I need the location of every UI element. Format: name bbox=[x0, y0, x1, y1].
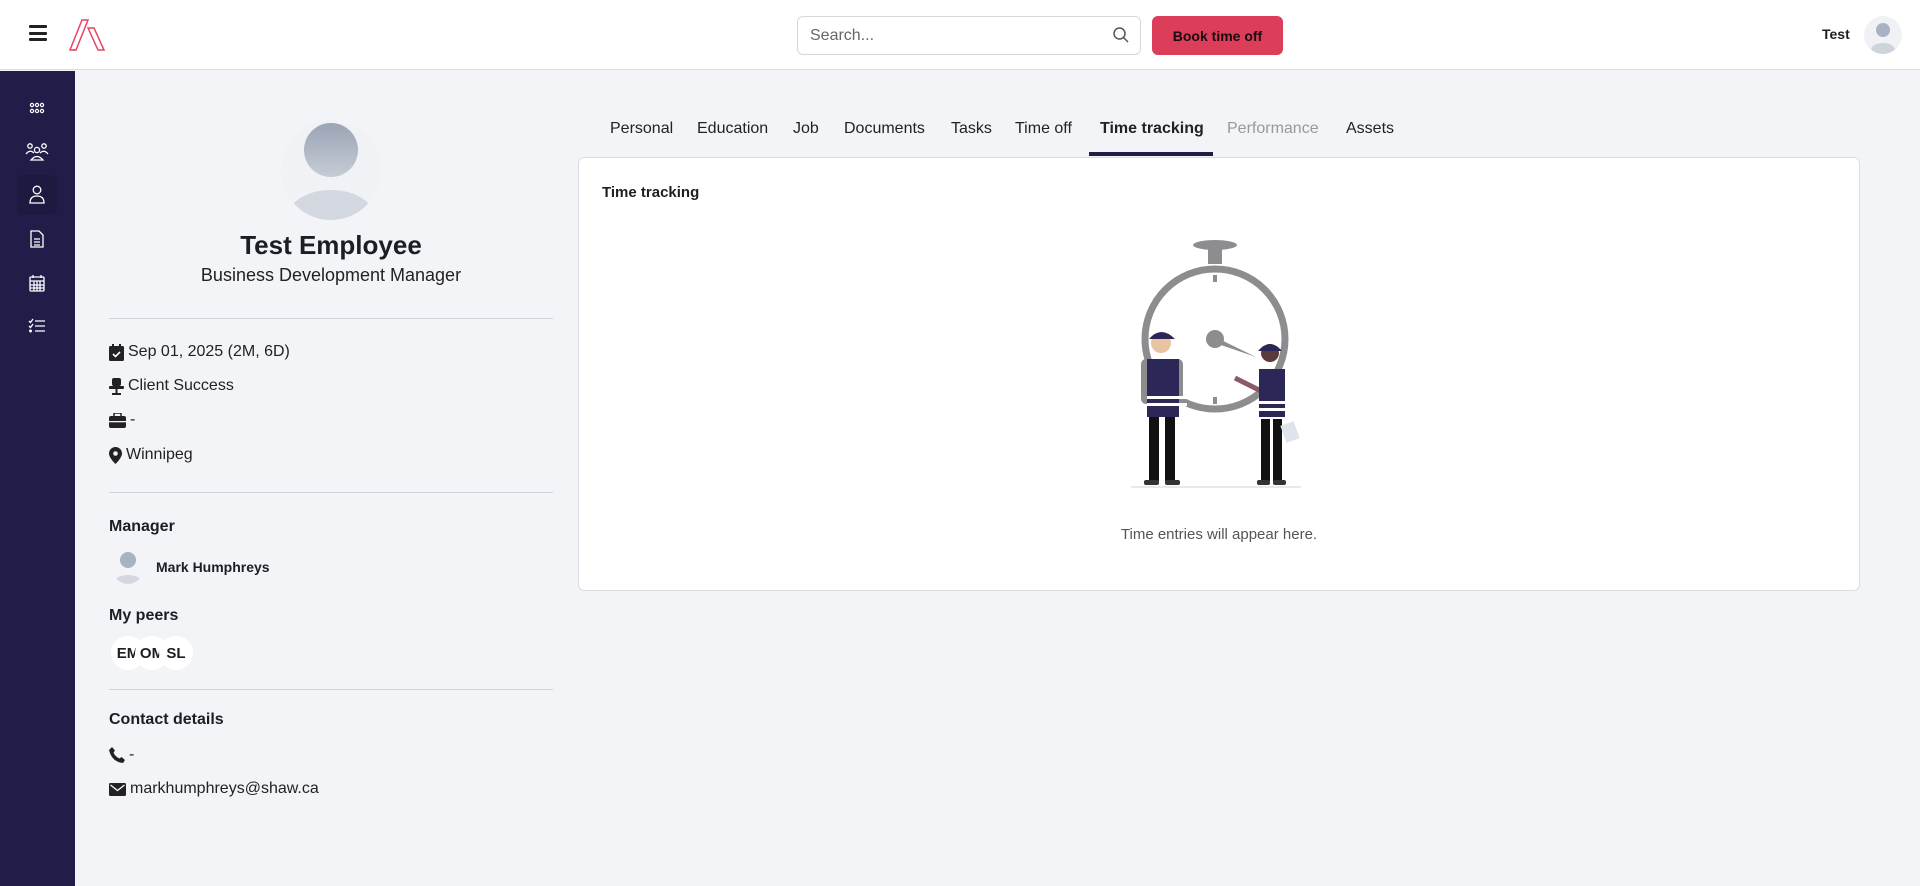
tab-time-off[interactable]: Time off bbox=[1015, 120, 1072, 158]
start-date-row: Sep 01, 2025 (2M, 6D) bbox=[109, 343, 290, 361]
location-pin-icon bbox=[109, 446, 122, 464]
contact-heading: Contact details bbox=[109, 711, 224, 728]
time-tracking-card: Time tracking Time entries will appear h… bbox=[578, 157, 1860, 591]
department-row: Client Success bbox=[109, 377, 234, 395]
calendar-check-icon bbox=[109, 343, 124, 361]
search-icon[interactable] bbox=[1112, 26, 1130, 44]
briefcase-icon bbox=[109, 412, 126, 428]
envelope-icon bbox=[109, 782, 126, 796]
manager-heading: Manager bbox=[109, 518, 175, 535]
chair-icon bbox=[109, 377, 124, 395]
employee-title: Business Development Manager bbox=[200, 265, 462, 285]
top-header: Book time off Test bbox=[0, 0, 1920, 70]
divider bbox=[109, 689, 553, 690]
manager-name: Mark Humphreys bbox=[156, 559, 270, 575]
sidebar-item-team[interactable] bbox=[17, 132, 57, 172]
location-row: Winnipeg bbox=[109, 446, 193, 464]
manager-avatar bbox=[112, 550, 144, 584]
tab-documents[interactable]: Documents bbox=[844, 120, 925, 158]
sidebar bbox=[0, 71, 75, 886]
tab-personal[interactable]: Personal bbox=[610, 120, 673, 158]
checklist-icon bbox=[28, 318, 45, 333]
job-row: - bbox=[109, 411, 135, 429]
peer-avatar[interactable]: SL bbox=[159, 636, 193, 670]
tab-tasks[interactable]: Tasks bbox=[951, 120, 992, 158]
user-avatar[interactable] bbox=[1864, 16, 1902, 54]
book-time-off-button[interactable]: Book time off bbox=[1152, 16, 1283, 55]
user-name[interactable]: Test bbox=[1822, 26, 1850, 42]
sidebar-item-documents[interactable] bbox=[17, 219, 57, 259]
job: - bbox=[130, 411, 136, 428]
tab-education[interactable]: Education bbox=[697, 120, 768, 158]
sidebar-item-calendar[interactable] bbox=[17, 263, 57, 303]
search-input[interactable] bbox=[798, 17, 1088, 54]
sidebar-item-apps[interactable] bbox=[17, 88, 57, 128]
start-date: Sep 01, 2025 (2M, 6D) bbox=[128, 343, 290, 360]
email[interactable]: markhumphreys@shaw.ca bbox=[130, 780, 319, 798]
search-box[interactable] bbox=[797, 16, 1141, 55]
phone: - bbox=[129, 746, 135, 763]
card-title: Time tracking bbox=[602, 184, 700, 201]
employee-name: Test Employee bbox=[240, 230, 422, 260]
active-tab-indicator bbox=[1089, 152, 1213, 156]
person-icon bbox=[29, 185, 45, 204]
tab-performance[interactable]: Performance bbox=[1227, 120, 1319, 158]
logo[interactable] bbox=[68, 18, 108, 57]
sidebar-item-tasks[interactable] bbox=[17, 306, 57, 346]
location: Winnipeg bbox=[126, 446, 193, 463]
stopwatch-workers-illustration bbox=[1131, 240, 1301, 488]
tab-job[interactable]: Job bbox=[793, 120, 819, 158]
manager-item[interactable]: Mark Humphreys bbox=[112, 550, 270, 584]
empty-state-text: Time entries will appear here. bbox=[1120, 526, 1318, 543]
tab-assets[interactable]: Assets bbox=[1346, 120, 1394, 158]
email-row: markhumphreys@shaw.ca bbox=[109, 780, 319, 798]
phone-icon bbox=[109, 747, 125, 763]
phone-row: - bbox=[109, 746, 134, 764]
peers-list: EM OM SL bbox=[111, 636, 193, 670]
employee-avatar bbox=[281, 120, 381, 220]
team-icon bbox=[25, 143, 49, 161]
divider bbox=[109, 318, 553, 319]
sidebar-item-profile[interactable] bbox=[17, 175, 57, 215]
divider bbox=[109, 492, 553, 493]
department: Client Success bbox=[128, 377, 234, 394]
apps-icon bbox=[29, 102, 45, 114]
document-icon bbox=[30, 230, 44, 248]
calendar-icon bbox=[29, 275, 45, 292]
peers-heading: My peers bbox=[109, 607, 179, 624]
menu-icon[interactable] bbox=[29, 25, 47, 41]
